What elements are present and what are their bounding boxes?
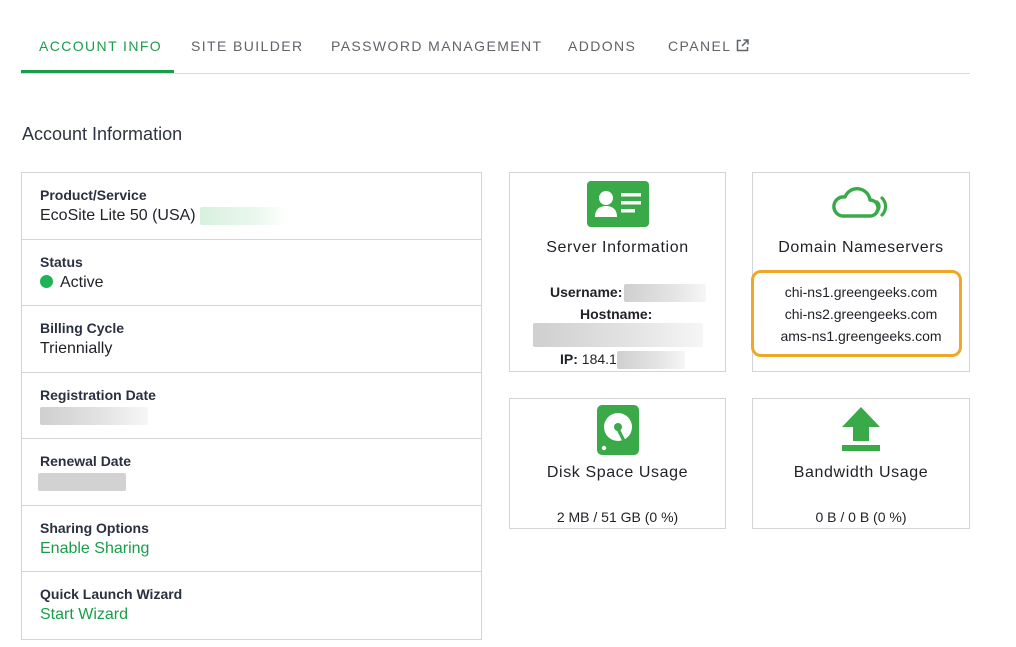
info-row-sharing-options: Sharing Options Enable Sharing	[22, 506, 481, 572]
hard-drive-icon	[596, 405, 639, 455]
enable-sharing-link[interactable]: Enable Sharing	[40, 540, 463, 558]
username-label: Username:	[550, 284, 623, 300]
info-row-billing-cycle: Billing Cycle Triennially	[22, 306, 481, 373]
redacted-registration-date	[40, 406, 148, 425]
info-row-registration-date: Registration Date	[22, 373, 481, 439]
info-row-product: Product/Service EcoSite Lite 50 (USA)	[22, 173, 481, 240]
domain-nameservers-title: Domain Nameservers	[778, 239, 944, 256]
info-row-status: Status Active	[22, 240, 481, 306]
external-link-icon	[737, 39, 750, 52]
server-information-title: Server Information	[546, 239, 689, 256]
cloud-signal-icon	[832, 187, 888, 218]
quick-launch-wizard-label: Quick Launch Wizard	[40, 586, 183, 602]
status-label: Status	[40, 253, 83, 270]
redacted-username	[624, 284, 707, 303]
ip-value: 184.1	[581, 351, 617, 367]
registration-date-label: Registration Date	[40, 386, 156, 403]
hostname-label: Hostname:	[580, 306, 653, 322]
upload-arrow-icon	[842, 407, 880, 451]
info-row-quick-launch-wizard: Quick Launch Wizard Start Wizard	[22, 572, 481, 639]
username-line: Username:	[510, 284, 725, 303]
renewal-date-label: Renewal Date	[40, 453, 132, 469]
status-text: Active	[60, 273, 104, 291]
status-value: Active	[40, 274, 463, 292]
billing-cycle-label: Billing Cycle	[40, 320, 125, 336]
redacted-ip	[616, 351, 685, 370]
account-info-list: Product/Service EcoSite Lite 50 (USA) St…	[21, 172, 482, 640]
hostname-value-line	[510, 323, 725, 347]
tab-site-builder[interactable]: SITE BUILDER	[191, 38, 304, 54]
billing-cycle-value: Triennially	[40, 340, 113, 357]
id-card-icon	[586, 181, 649, 227]
product-label: Product/Service	[40, 187, 147, 203]
tab-addons[interactable]: ADDONS	[568, 38, 636, 54]
disk-space-card: Disk Space Usage 2 MB / 51 GB (0 %)	[509, 398, 726, 529]
ip-label: IP:	[560, 351, 578, 367]
tab-password-management[interactable]: PASSWORD MANAGEMENT	[331, 38, 542, 54]
bandwidth-value: 0 B / 0 B (0 %)	[815, 509, 907, 525]
product-name: EcoSite Lite 50 (USA)	[40, 207, 196, 225]
status-dot-icon	[40, 274, 53, 288]
disk-space-title: Disk Space Usage	[546, 464, 689, 481]
tab-bar: ACCOUNT INFO SITE BUILDER PASSWORD MANAG…	[21, 0, 970, 74]
sharing-options-label: Sharing Options	[40, 519, 149, 536]
nameserver-highlight-box	[751, 270, 962, 357]
redacted-domain	[200, 207, 289, 225]
redacted-renewal-date	[38, 473, 126, 491]
bandwidth-title: Bandwidth Usage	[793, 464, 929, 481]
ip-line: IP: 184.1	[510, 351, 725, 370]
page-title: Account Information	[22, 124, 183, 144]
tab-account-info[interactable]: ACCOUNT INFO	[39, 38, 162, 54]
tab-cpanel-label: CPANEL	[668, 38, 732, 54]
redacted-hostname	[532, 323, 703, 347]
active-tab-indicator	[21, 70, 174, 73]
registration-date-value	[40, 406, 463, 425]
tab-cpanel[interactable]: CPANEL	[668, 38, 750, 54]
renewal-date-value	[38, 473, 463, 491]
product-value: EcoSite Lite 50 (USA)	[40, 207, 463, 225]
start-wizard-link[interactable]: Start Wizard	[40, 606, 463, 624]
hostname-line: Hostname:	[510, 306, 725, 322]
server-information-card: Server Information Username: Hostname: I…	[509, 172, 726, 372]
disk-space-value: 2 MB / 51 GB (0 %)	[556, 509, 679, 525]
info-row-renewal-date: Renewal Date	[22, 439, 481, 506]
bandwidth-card: Bandwidth Usage 0 B / 0 B (0 %)	[752, 398, 970, 529]
